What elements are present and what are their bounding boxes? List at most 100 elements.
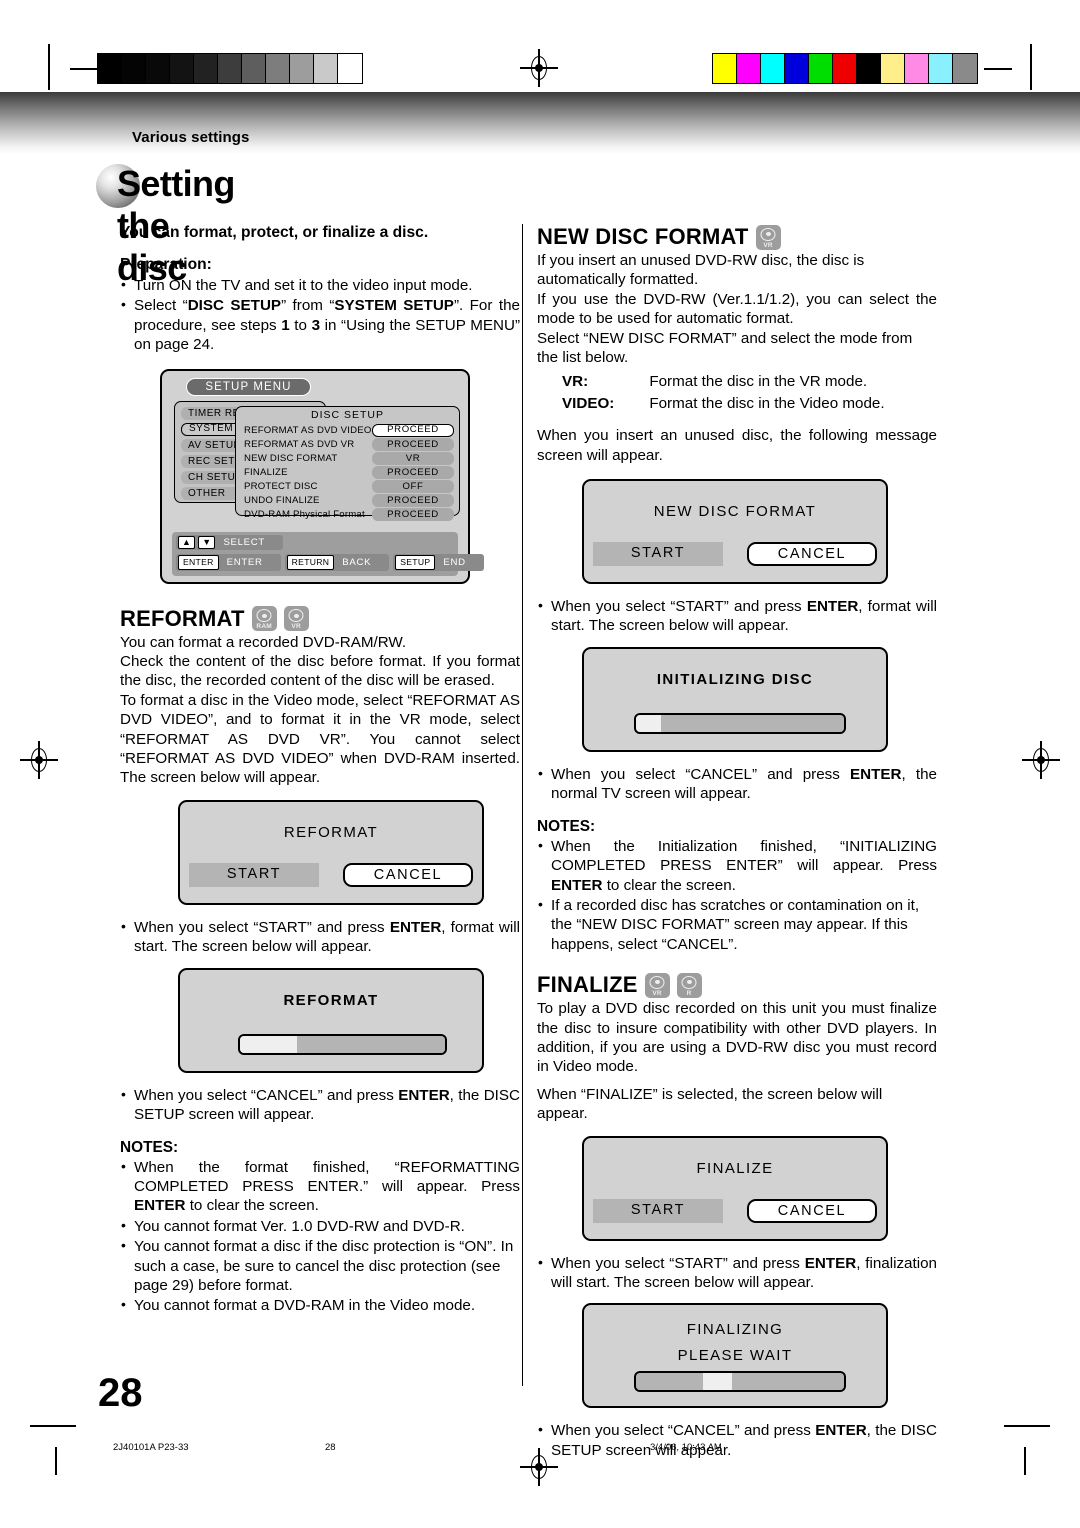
disc-setup-submenu: DISC SETUP REFORMAT AS DVD VIDEO PROCEED… — [235, 405, 460, 521]
section-title-text: NEW DISC FORMAT — [537, 224, 749, 249]
row-value[interactable]: PROCEED — [372, 507, 454, 521]
reformat-paragraph-2: Check the content of the disc before for… — [120, 653, 520, 690]
crop-mark — [55, 1447, 57, 1475]
grayscale-calibration-strip — [97, 53, 363, 84]
color-patch — [857, 54, 881, 83]
reformat-notes-heading: NOTES: — [120, 1138, 179, 1156]
keyguide-label: SELECT — [223, 536, 265, 548]
row-value[interactable]: VR — [372, 451, 454, 465]
intro-lead: You can format, protect, or finalize a d… — [120, 224, 429, 241]
list-item: Turn ON the TV and set it to the video i… — [120, 275, 520, 295]
keyguide-label: ENTER — [226, 556, 263, 568]
disc-setup-row[interactable]: UNDO FINALIZE PROCEED — [244, 493, 454, 507]
badge-label: RAM — [256, 623, 272, 631]
keyguide-setup: SETUP END — [393, 553, 484, 571]
section-heading-finalize: FINALIZE VR R — [537, 972, 937, 998]
grayscale-patch — [218, 54, 242, 83]
row-label: FINALIZE — [244, 466, 288, 478]
row-value[interactable]: PROCEED — [372, 437, 454, 451]
initializing-disc-dialog: INITIALIZING DISC — [582, 646, 888, 752]
running-head: Various settings — [132, 129, 250, 146]
finalizing-progress-dialog: FINALIZING PLEASE WAIT — [582, 1303, 888, 1409]
keyguide-select: ▲ ▼ SELECT — [176, 534, 283, 550]
color-patch — [905, 54, 929, 83]
grayscale-patch — [170, 54, 194, 83]
grayscale-patch — [146, 54, 170, 83]
disc-badge-vr-icon: VR — [755, 224, 781, 250]
list-item: You cannot format a DVD-RAM in the Video… — [120, 1295, 520, 1315]
start-button[interactable]: START — [593, 542, 723, 567]
start-button[interactable]: START — [593, 1198, 723, 1223]
cancel-button[interactable]: CANCEL — [343, 862, 473, 887]
finalize-cancel-note: When you select “CANCEL” and press ENTER… — [537, 1420, 937, 1460]
disc-setup-row[interactable]: REFORMAT AS DVD VIDEO PROCEED — [244, 423, 454, 437]
list-item: When the Initialization finished, “INITI… — [537, 836, 937, 895]
finalize-start-note: When you select “START” and press ENTER,… — [537, 1253, 937, 1293]
section-heading-reformat: REFORMAT RAM VR — [120, 606, 520, 632]
mode-description: Format the disc in the VR mode. — [649, 373, 868, 391]
row-label: REFORMAT AS DVD VR — [244, 438, 355, 450]
row-label: REFORMAT AS DVD VIDEO — [244, 424, 372, 436]
crop-mark — [1004, 1425, 1050, 1427]
crop-mark — [30, 1425, 76, 1427]
finalize-dialog: FINALIZE START CANCEL — [582, 1135, 888, 1241]
grayscale-patch — [266, 54, 290, 83]
registration-target-icon — [1022, 741, 1060, 779]
print-timestamp: 3/4/06, 10:43 AM — [650, 1442, 722, 1453]
color-calibration-strip — [712, 53, 978, 84]
crop-mark — [1030, 44, 1032, 90]
color-patch — [713, 54, 737, 83]
progress-bar — [634, 1371, 846, 1393]
badge-label: VR — [291, 623, 301, 631]
disc-badge-vr-icon: VR — [283, 606, 309, 632]
mode-label: VIDEO — [562, 394, 610, 412]
section-title-text: REFORMAT — [120, 605, 245, 631]
cancel-button[interactable]: CANCEL — [747, 542, 877, 567]
keyguide-label: END — [443, 556, 466, 568]
preparation-heading: Preparation: — [120, 256, 212, 273]
color-patch — [833, 54, 857, 83]
row-value[interactable]: PROCEED — [372, 493, 454, 507]
cancel-button[interactable]: CANCEL — [747, 1198, 877, 1223]
list-item: If a recorded disc has scratches or cont… — [537, 895, 937, 954]
ndf-notes-heading: NOTES: — [537, 817, 596, 835]
progress-title: INITIALIZING DISC — [656, 670, 814, 688]
reformat-progress-dialog: REFORMAT — [178, 967, 484, 1073]
note-text: You cannot format a disc if the disc pro… — [134, 1238, 514, 1294]
dialog-title: NEW DISC FORMAT — [653, 503, 817, 521]
list-item: When you select “START” and press ENTER,… — [537, 1253, 937, 1293]
list-item: You cannot format a disc if the disc pro… — [120, 1236, 520, 1295]
progress-bar — [634, 712, 846, 734]
print-registration-top — [0, 0, 1080, 100]
grayscale-patch — [290, 54, 314, 83]
ndf-paragraph-2: If you use the DVD-RW (Ver.1.1/1.2), you… — [537, 290, 937, 328]
row-value[interactable]: OFF — [372, 479, 454, 493]
right-column: NEW DISC FORMAT VR If you insert an unus… — [537, 224, 937, 1461]
list-item: When you select “CANCEL” and press ENTER… — [537, 764, 937, 804]
color-patch — [953, 54, 977, 83]
row-value[interactable]: PROCEED — [372, 465, 454, 479]
crop-mark — [48, 44, 50, 90]
list-item: When you select “START” and press ENTER,… — [120, 917, 520, 957]
new-disc-format-dialog: NEW DISC FORMAT START CANCEL — [582, 479, 888, 585]
preparation-list: Turn ON the TV and set it to the video i… — [120, 275, 520, 355]
list-item: You cannot format Ver. 1.0 DVD-RW and DV… — [120, 1216, 520, 1236]
grayscale-patch — [338, 54, 362, 83]
start-button[interactable]: START — [189, 862, 319, 887]
disc-setup-row[interactable]: NEW DISC FORMAT VR — [244, 451, 454, 465]
list-item: When you select “CANCEL” and press ENTER… — [537, 1420, 937, 1460]
color-patch — [809, 54, 833, 83]
row-value[interactable]: PROCEED — [372, 423, 454, 437]
left-column: You can format, protect, or finalize a d… — [120, 224, 520, 1317]
keyguide-return: RETURN BACK — [284, 553, 390, 571]
ndf-after-list: When you insert an unused disc, the foll… — [537, 427, 937, 464]
key-setup: SETUP — [395, 554, 436, 570]
disc-setup-row[interactable]: PROTECT DISC OFF — [244, 479, 454, 493]
grayscale-patch — [122, 54, 146, 83]
section-heading-new-disc-format: NEW DISC FORMAT VR — [537, 224, 937, 250]
disc-setup-row[interactable]: DVD-RAM Physical Format PROCEED — [244, 507, 454, 521]
disc-setup-row[interactable]: REFORMAT AS DVD VR PROCEED — [244, 437, 454, 451]
badge-label: VR — [652, 989, 662, 997]
reformat-start-note: When you select “START” and press ENTER,… — [120, 917, 520, 957]
disc-setup-row[interactable]: FINALIZE PROCEED — [244, 465, 454, 479]
